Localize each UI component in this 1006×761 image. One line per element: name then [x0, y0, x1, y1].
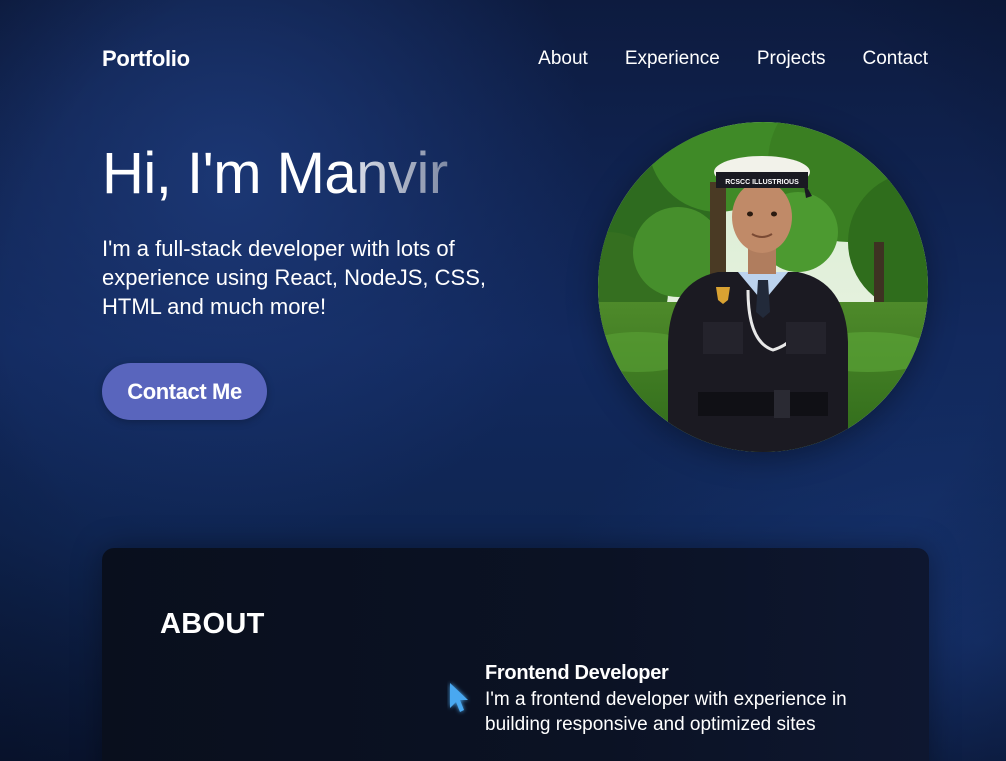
cursor-icon [447, 680, 471, 716]
about-title: ABOUT [160, 608, 265, 640]
svg-text:RCSCC ILLUSTRIOUS: RCSCC ILLUSTRIOUS [725, 179, 799, 186]
profile-photo-illustration: RCSCC ILLUSTRIOUS [598, 122, 928, 452]
nav-link-projects[interactable]: Projects [757, 48, 826, 70]
hero-title-fading: nvir [356, 141, 448, 206]
nav-links: About Experience Projects Contact [538, 48, 928, 70]
hero-title: Hi, I'm Manvir [102, 140, 448, 208]
role-description: I'm a frontend developer with experience… [485, 689, 847, 735]
nav-link-about[interactable]: About [538, 48, 588, 70]
brand-logo[interactable]: Portfolio [102, 46, 190, 72]
role-title: Frontend Developer [485, 662, 669, 684]
hero-title-typed: Hi, I'm Ma [102, 141, 357, 206]
nav-link-contact[interactable]: Contact [863, 48, 928, 70]
contact-me-button[interactable]: Contact Me [102, 363, 267, 420]
profile-photo: RCSCC ILLUSTRIOUS [598, 122, 928, 452]
nav-link-experience[interactable]: Experience [625, 48, 720, 70]
hero-subtitle: I'm a full-stack developer with lots of … [102, 236, 486, 319]
navbar: Portfolio About Experience Projects Cont… [0, 0, 1006, 120]
about-section: ABOUT Frontend Developer I'm a frontend … [102, 548, 929, 761]
